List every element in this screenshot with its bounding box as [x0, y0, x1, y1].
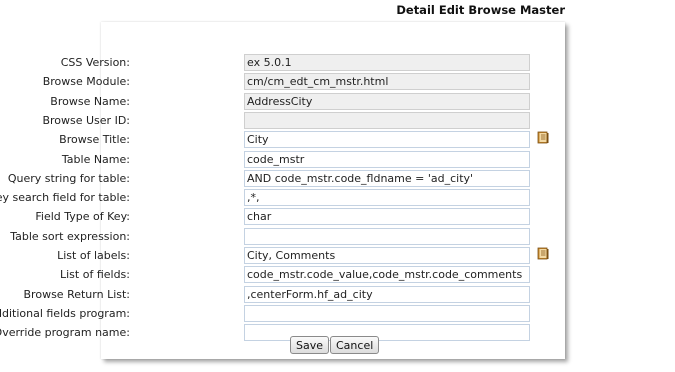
form-row-browse-user-id: Browse User ID:	[0, 112, 560, 130]
table-sort-expression-input[interactable]	[244, 228, 530, 245]
additional-fields-program-input[interactable]	[244, 305, 530, 322]
browse-name-input[interactable]	[244, 93, 530, 110]
form-row-browse-return-list: Browse Return List:	[0, 286, 560, 304]
query-string-for-table-input[interactable]	[244, 170, 530, 187]
form-row-list-of-fields: List of fields:	[0, 266, 560, 284]
browse-module-label: Browse Module:	[42, 75, 130, 88]
form-row-field-type-of-key: Field Type of Key:	[0, 208, 560, 226]
field-type-of-key-input[interactable]	[244, 208, 530, 225]
browse-module-input[interactable]	[244, 73, 530, 90]
css-version-input[interactable]	[244, 54, 530, 71]
form-row-list-of-labels: List of labels:	[0, 247, 560, 265]
page-title: Detail Edit Browse Master	[396, 3, 565, 17]
form-row-table-sort-expression: Table sort expression:	[0, 228, 560, 246]
list-of-labels-input[interactable]	[244, 247, 530, 264]
book-icon[interactable]	[537, 131, 549, 144]
form-row-key-search-field-for-table: Key search field for table:	[0, 189, 560, 207]
form-row-additional-fields-program: Additional fields program:	[0, 305, 560, 323]
key-search-field-for-table-label: Key search field for table:	[0, 191, 130, 204]
list-of-fields-label: List of fields:	[60, 268, 130, 281]
form-row-browse-title: Browse Title:	[0, 131, 560, 149]
list-of-labels-label: List of labels:	[57, 249, 130, 262]
form-row-css-version: CSS Version:	[0, 54, 560, 72]
browse-return-list-label: Browse Return List:	[23, 288, 130, 301]
form-row-table-name: Table Name:	[0, 151, 560, 169]
override-program-name-label: Override program name:	[0, 326, 130, 339]
form-row-query-string-for-table: Query string for table:	[0, 170, 560, 188]
browse-user-id-label: Browse User ID:	[42, 114, 130, 127]
key-search-field-for-table-input[interactable]	[244, 189, 530, 206]
table-sort-expression-label: Table sort expression:	[10, 230, 130, 243]
form-row-browse-name: Browse Name:	[0, 93, 560, 111]
form-row-override-program-name: Override program name:	[0, 324, 560, 342]
field-type-of-key-label: Field Type of Key:	[35, 210, 130, 223]
query-string-for-table-label: Query string for table:	[7, 172, 130, 185]
override-program-name-input[interactable]	[244, 324, 530, 341]
browse-return-list-input[interactable]	[244, 286, 530, 303]
table-name-input[interactable]	[244, 151, 530, 168]
browse-title-input[interactable]	[244, 131, 530, 148]
save-button[interactable]: Save	[290, 336, 330, 354]
list-of-fields-input[interactable]	[244, 266, 530, 283]
book-icon[interactable]	[537, 247, 549, 260]
table-name-label: Table Name:	[61, 153, 130, 166]
browse-title-label: Browse Title:	[59, 133, 130, 146]
form-row-browse-module: Browse Module:	[0, 73, 560, 91]
browse-name-label: Browse Name:	[50, 95, 130, 108]
css-version-label: CSS Version:	[60, 56, 130, 69]
additional-fields-program-label: Additional fields program:	[0, 307, 130, 320]
browse-user-id-input[interactable]	[244, 112, 530, 129]
cancel-button[interactable]: Cancel	[330, 336, 380, 354]
